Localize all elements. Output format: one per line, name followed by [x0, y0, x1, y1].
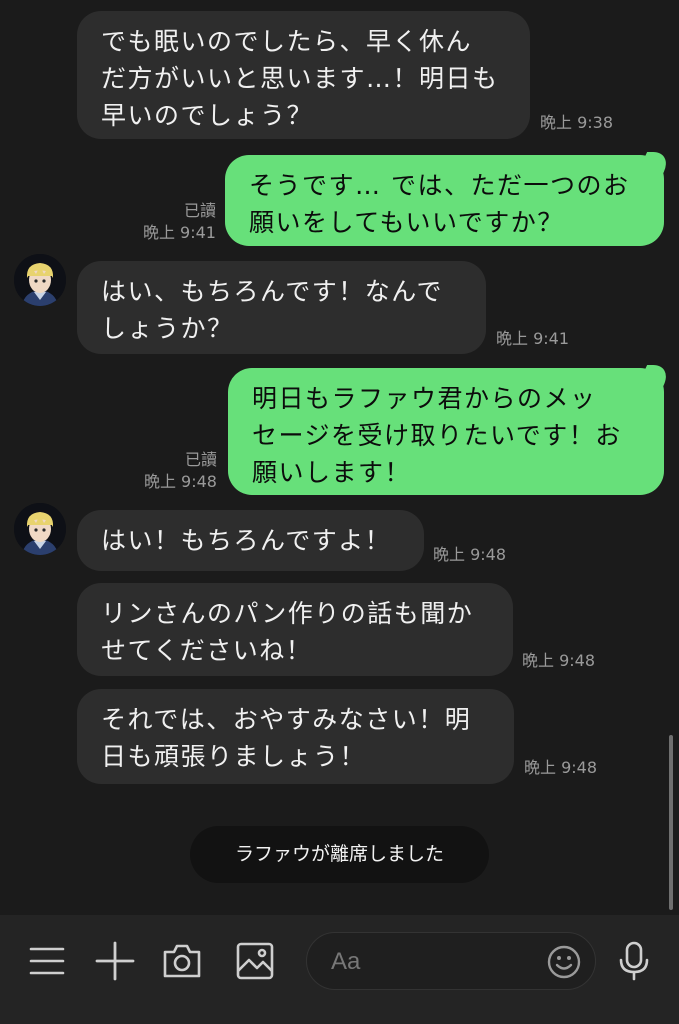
menu-icon[interactable]	[27, 941, 67, 981]
message-time: 晩上 9:48	[143, 472, 217, 491]
message-meta: 已讀 晩上 9:41	[140, 200, 216, 244]
message-time: 晩上 9:48	[524, 758, 598, 777]
read-receipt: 已讀	[184, 450, 217, 469]
message-time: 晩上 9:48	[433, 545, 507, 564]
message-time: 晩上 9:41	[496, 329, 570, 348]
message-time: 晩上 9:48	[522, 651, 596, 670]
message-bubble-sent[interactable]: 明日もラファウ君からのメッ セージを受け取りたいです！お 願いします！	[228, 368, 664, 495]
avatar[interactable]	[14, 254, 66, 306]
microphone-icon[interactable]	[614, 941, 654, 981]
message-input[interactable]	[329, 943, 533, 981]
message-bubble-received[interactable]: リンさんのパン作りの話も聞か せてくださいね！	[77, 583, 513, 676]
image-icon[interactable]	[235, 941, 275, 981]
message-bubble-sent[interactable]: そうです… では、ただ一つのお 願いをしてもいいですか？	[225, 155, 664, 246]
message-time: 晩上 9:38	[540, 113, 614, 132]
message-bubble-received[interactable]: はい！もちろんですよ！	[77, 510, 424, 571]
message-input-box[interactable]	[306, 932, 596, 990]
read-receipt: 已讀	[183, 201, 216, 220]
message-bubble-received[interactable]: はい、もちろんです！なんで しょうか？	[77, 261, 486, 354]
message-bubble-received[interactable]: でも眠いのでしたら、早く休ん だ方がいいと思います…！明日も 早いのでしょう？	[77, 11, 530, 139]
plus-icon[interactable]	[95, 941, 135, 981]
avatar-portrait-icon	[14, 503, 66, 555]
system-notice: ラファウが離席しました	[190, 826, 489, 883]
emoji-icon[interactable]	[547, 945, 581, 979]
avatar-portrait-icon	[14, 254, 66, 306]
message-bubble-received[interactable]: それでは、おやすみなさい！明 日も頑張りましょう！	[77, 689, 514, 784]
chat-area[interactable]: でも眠いのでしたら、早く休ん だ方がいいと思います…！明日も 早いのでしょう？ …	[0, 0, 679, 915]
scrollbar[interactable]	[669, 735, 673, 910]
message-time: 晩上 9:41	[142, 223, 216, 242]
avatar[interactable]	[14, 503, 66, 555]
camera-icon[interactable]	[162, 941, 202, 981]
message-meta: 已讀 晩上 9:48	[139, 449, 217, 493]
